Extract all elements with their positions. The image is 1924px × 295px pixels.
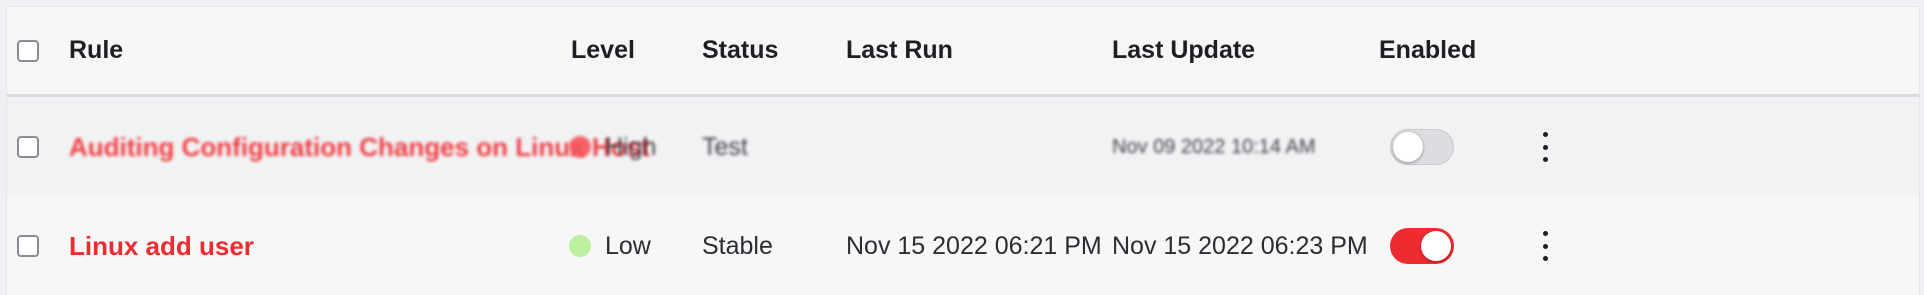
column-header-rule[interactable]: Rule (69, 7, 123, 94)
last-update-cell: Nov 09 2022 10:14 AM (1112, 97, 1315, 197)
select-all-cell (17, 7, 39, 94)
row-checkbox[interactable] (17, 235, 39, 257)
table-header: Rule Level Status Last Run Last Update E… (7, 7, 1919, 97)
level-label: High (605, 132, 657, 161)
status-cell: Test (702, 97, 748, 197)
enabled-cell (1390, 197, 1454, 295)
toggle-knob (1421, 231, 1451, 261)
rule-cell: Linux add user (69, 197, 254, 295)
status-cell: Stable (702, 197, 773, 295)
column-header-last-run[interactable]: Last Run (846, 7, 953, 94)
level-indicator-dot (569, 235, 591, 257)
row-select-cell (17, 197, 39, 295)
level-cell: High (569, 97, 656, 197)
enabled-cell (1390, 97, 1454, 197)
enabled-toggle[interactable] (1390, 129, 1454, 165)
rule-cell: Auditing Configuration Changes on Linux … (69, 97, 650, 197)
rules-table: Rule Level Status Last Run Last Update E… (6, 6, 1920, 295)
status-label: Test (702, 132, 748, 161)
column-header-last-update[interactable]: Last Update (1112, 7, 1255, 94)
last-update-value: Nov 09 2022 10:14 AM (1112, 135, 1316, 158)
row-checkbox[interactable] (17, 136, 39, 158)
last-update-cell: Nov 15 2022 06:23 PM (1112, 197, 1368, 295)
row-select-cell (17, 97, 39, 197)
last-run-cell: Nov 15 2022 06:21 PM (846, 197, 1102, 295)
status-label: Stable (702, 231, 773, 260)
last-update-value: Nov 15 2022 06:23 PM (1112, 231, 1368, 260)
rule-name-link[interactable]: Linux add user (69, 231, 254, 262)
table-row: Linux add user Low Stable Nov 15 2022 06… (7, 197, 1919, 295)
level-indicator-dot (569, 136, 591, 158)
kebab-menu-icon[interactable] (1540, 132, 1550, 162)
column-header-status[interactable]: Status (702, 7, 778, 94)
row-actions-cell (1540, 197, 1550, 295)
column-header-enabled[interactable]: Enabled (1379, 7, 1476, 94)
enabled-toggle[interactable] (1390, 228, 1454, 264)
select-all-checkbox[interactable] (17, 39, 39, 62)
last-run-value: Nov 15 2022 06:21 PM (846, 231, 1102, 260)
level-cell: Low (569, 197, 651, 295)
table-row: Auditing Configuration Changes on Linux … (7, 97, 1919, 197)
level-label: Low (605, 231, 651, 260)
rule-name-link[interactable]: Auditing Configuration Changes on Linux … (69, 132, 650, 163)
kebab-menu-icon[interactable] (1540, 231, 1550, 261)
row-actions-cell (1540, 97, 1550, 197)
column-header-level[interactable]: Level (571, 7, 635, 94)
toggle-knob (1393, 132, 1423, 162)
